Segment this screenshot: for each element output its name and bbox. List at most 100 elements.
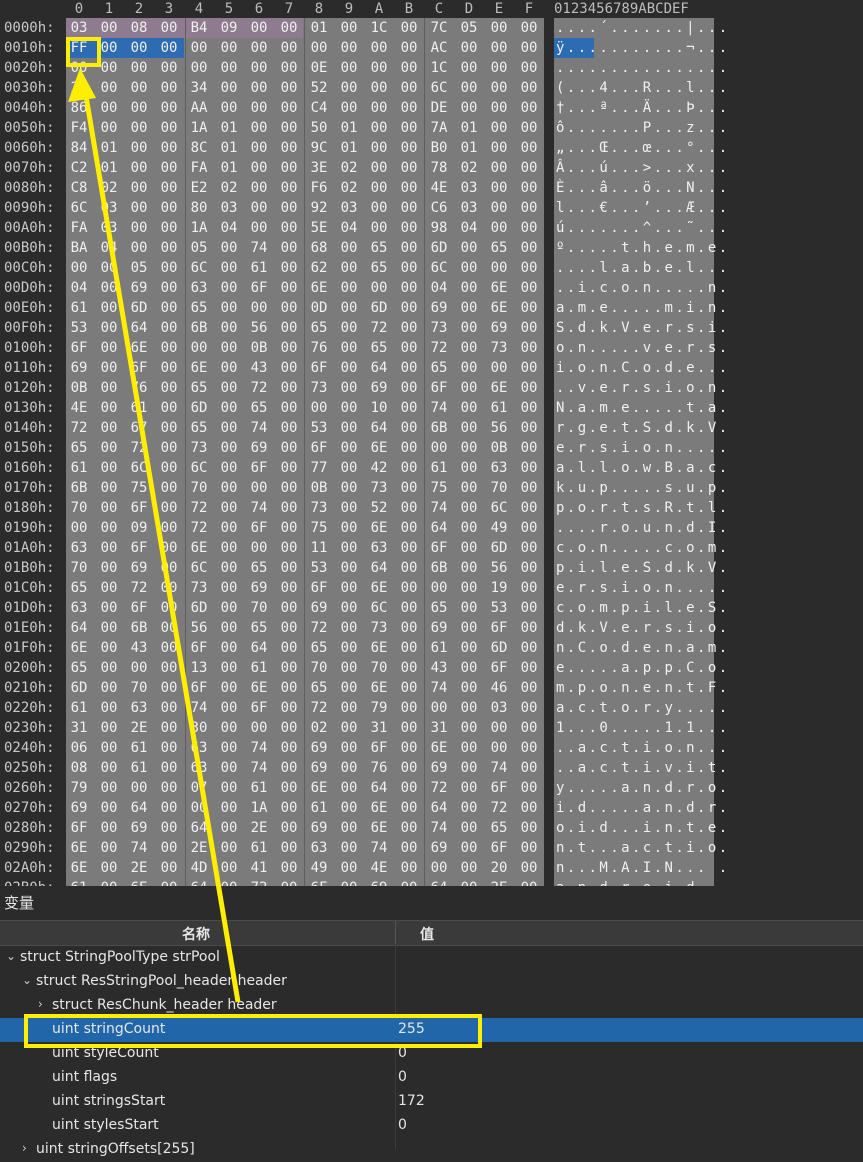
hex-byte[interactable]: 4E	[426, 178, 452, 198]
ascii-text[interactable]: 1...0.....1.1...	[556, 718, 730, 738]
ascii-text[interactable]: S.d.k.V.e.r.s.i.	[556, 318, 730, 338]
hex-byte[interactable]: 00	[396, 798, 422, 818]
hex-byte[interactable]: 74	[366, 838, 392, 858]
hex-byte[interactable]: F4	[66, 118, 92, 138]
ascii-text[interactable]: y.....a.n.d.r.o.	[556, 778, 730, 798]
hex-byte[interactable]: 1A	[186, 118, 212, 138]
variable-row[interactable]: uint stylesStart 0	[0, 1114, 863, 1138]
hex-row[interactable]: 01C0h: 65 00 72 00 73 00 69 00 6F 00 6E 00 00 00 19 00 e.…	[0, 578, 863, 598]
hex-byte[interactable]: 00	[216, 58, 242, 78]
hex-byte[interactable]: 00	[156, 378, 182, 398]
hex-byte[interactable]: 00	[486, 158, 512, 178]
hex-byte[interactable]: 00	[516, 398, 542, 418]
hex-byte[interactable]: 00	[216, 498, 242, 518]
hex-byte[interactable]: 00	[336, 738, 362, 758]
ascii-text[interactable]: a.n.d.r.o.i.d...	[556, 878, 730, 886]
hex-byte[interactable]: 00	[336, 338, 362, 358]
hex-byte[interactable]: 65	[366, 258, 392, 278]
hex-byte[interactable]: 00	[216, 238, 242, 258]
hex-byte[interactable]: 65	[426, 358, 452, 378]
hex-byte[interactable]: 28	[66, 78, 92, 98]
hex-byte[interactable]: 49	[306, 858, 332, 878]
hex-byte[interactable]: 01	[306, 18, 332, 38]
hex-byte[interactable]: 56	[486, 558, 512, 578]
hex-byte[interactable]: 6F	[306, 438, 332, 458]
hex-byte[interactable]: 4E	[66, 398, 92, 418]
hex-byte[interactable]: 01	[216, 138, 242, 158]
hex-byte[interactable]: 00	[336, 838, 362, 858]
hex-byte[interactable]: 00	[276, 718, 302, 738]
hex-byte[interactable]: 20	[486, 858, 512, 878]
hex-byte[interactable]: 00	[306, 398, 332, 418]
hex-byte[interactable]: 00	[456, 658, 482, 678]
hex-byte[interactable]: 00	[396, 638, 422, 658]
hex-byte[interactable]: 00	[96, 38, 122, 58]
hex-byte[interactable]: 63	[486, 458, 512, 478]
hex-byte[interactable]: 00	[366, 158, 392, 178]
hex-byte[interactable]: 00	[126, 138, 152, 158]
hex-byte[interactable]: 00	[156, 58, 182, 78]
hex-byte[interactable]: 00	[216, 38, 242, 58]
hex-byte[interactable]: 00	[96, 318, 122, 338]
hex-byte[interactable]: 00	[486, 718, 512, 738]
hex-byte[interactable]: 05	[186, 238, 212, 258]
hex-byte[interactable]: 00	[276, 738, 302, 758]
hex-byte[interactable]: 72	[306, 698, 332, 718]
hex-byte[interactable]: 63	[66, 598, 92, 618]
hex-byte[interactable]: 00	[456, 438, 482, 458]
hex-byte[interactable]: 00	[396, 698, 422, 718]
hex-byte[interactable]: 69	[306, 818, 332, 838]
hex-byte[interactable]: 79	[66, 778, 92, 798]
hex-byte[interactable]: 03	[66, 18, 92, 38]
hex-byte[interactable]: 6F	[246, 518, 272, 538]
hex-byte[interactable]: 00	[336, 438, 362, 458]
hex-byte[interactable]: 43	[426, 658, 452, 678]
hex-byte[interactable]: B4	[186, 18, 212, 38]
hex-byte[interactable]: 65	[246, 558, 272, 578]
hex-row[interactable]: 0180h: 70 00 6F 00 72 00 74 00 73 00 52 00 74 00 6C 00 p.…	[0, 498, 863, 518]
hex-byte[interactable]: 00	[156, 358, 182, 378]
hex-byte[interactable]: 61	[126, 738, 152, 758]
hex-byte[interactable]: 72	[246, 878, 272, 886]
hex-byte[interactable]: 00	[276, 118, 302, 138]
hex-row[interactable]: 0290h: 6E 00 74 00 2E 00 61 00 63 00 74 00 69 00 6F 00 n.…	[0, 838, 863, 858]
hex-byte[interactable]: 67	[126, 418, 152, 438]
ascii-text[interactable]: Â...ú...>...x...	[556, 158, 730, 178]
hex-byte[interactable]: 00	[486, 78, 512, 98]
ascii-text[interactable]: p.o.r.t.s.R.t.l.	[556, 498, 730, 518]
hex-byte[interactable]: 72	[186, 498, 212, 518]
hex-byte[interactable]: 00	[156, 638, 182, 658]
hex-byte[interactable]: 00	[396, 498, 422, 518]
hex-byte[interactable]: 00	[156, 198, 182, 218]
hex-byte[interactable]: 00	[456, 398, 482, 418]
hex-byte[interactable]: 00	[216, 78, 242, 98]
hex-byte[interactable]: 03	[96, 218, 122, 238]
hex-byte[interactable]: 00	[456, 338, 482, 358]
hex-byte[interactable]: 6E	[246, 678, 272, 698]
hex-byte[interactable]: 00	[186, 798, 212, 818]
hex-byte[interactable]: 00	[396, 98, 422, 118]
hex-row[interactable]: 01D0h: 63 00 6F 00 6D 00 70 00 69 00 6C 00 65 00 53 00 c.…	[0, 598, 863, 618]
hex-byte[interactable]: 61	[66, 698, 92, 718]
hex-byte[interactable]: 53	[306, 558, 332, 578]
hex-byte[interactable]: 00	[66, 258, 92, 278]
hex-byte[interactable]: 6E	[306, 278, 332, 298]
hex-byte[interactable]: 00	[396, 858, 422, 878]
ascii-text[interactable]: (...4...R...l...	[556, 78, 730, 98]
hex-byte[interactable]: 52	[306, 78, 332, 98]
hex-byte[interactable]: 00	[456, 498, 482, 518]
variable-row[interactable]: ⌄ struct ResStringPool_header header	[0, 970, 863, 994]
chevron-right-icon[interactable]: ›	[22, 1141, 27, 1155]
hex-byte[interactable]: 07	[186, 778, 212, 798]
hex-byte[interactable]: 00	[486, 18, 512, 38]
variable-row[interactable]: ⌄ struct StringPoolType strPool	[0, 946, 863, 970]
hex-byte[interactable]: 00	[366, 278, 392, 298]
hex-byte[interactable]: 65	[426, 598, 452, 618]
hex-byte[interactable]: 00	[276, 398, 302, 418]
hex-byte[interactable]: 00	[516, 538, 542, 558]
hex-byte[interactable]: 00	[276, 678, 302, 698]
hex-byte[interactable]: 00	[156, 98, 182, 118]
hex-byte[interactable]: 00	[396, 238, 422, 258]
hex-byte[interactable]: 01	[456, 138, 482, 158]
hex-byte[interactable]: 69	[426, 298, 452, 318]
